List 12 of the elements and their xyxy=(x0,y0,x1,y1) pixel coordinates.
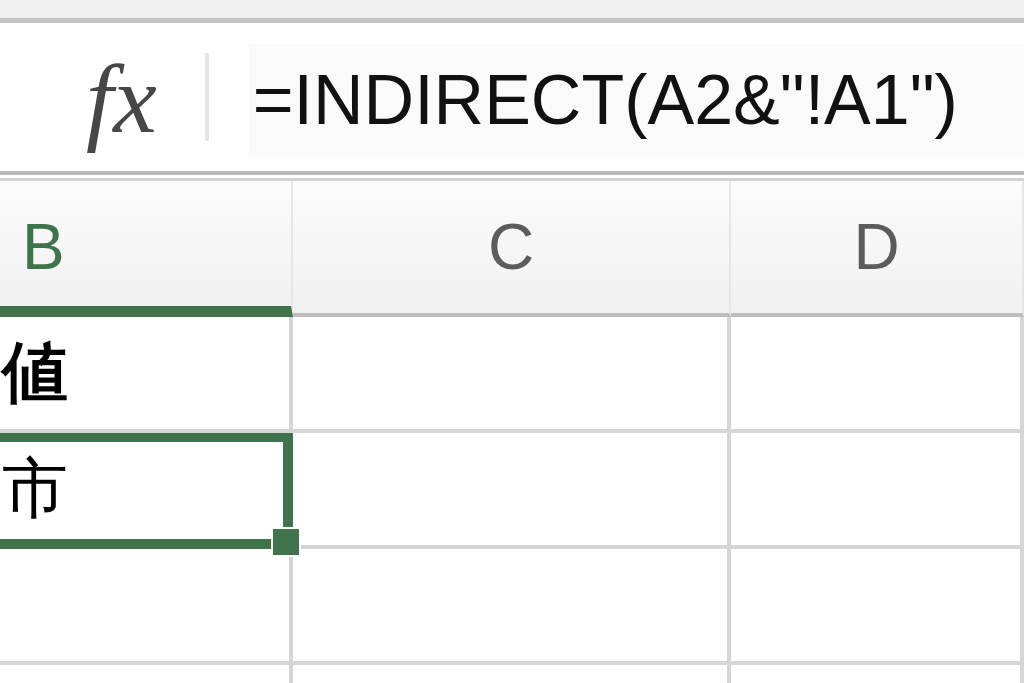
column-header[interactable]: C xyxy=(293,181,731,317)
spreadsheet-cell[interactable] xyxy=(293,317,731,433)
column-header[interactable]: B xyxy=(0,181,293,317)
spreadsheet-cell[interactable] xyxy=(731,433,1024,549)
formula-input[interactable]: =INDIRECT(A2&"!A1") xyxy=(248,43,1024,157)
spreadsheet-cell[interactable] xyxy=(731,317,1024,433)
column-header[interactable]: D xyxy=(731,181,1024,317)
spreadsheet-cell[interactable] xyxy=(293,549,731,665)
spreadsheet-cell[interactable] xyxy=(731,549,1024,665)
fill-handle[interactable] xyxy=(271,527,301,557)
insert-function-button[interactable]: fx xyxy=(72,36,171,164)
spreadsheet-cell[interactable]: 値 xyxy=(0,317,293,433)
